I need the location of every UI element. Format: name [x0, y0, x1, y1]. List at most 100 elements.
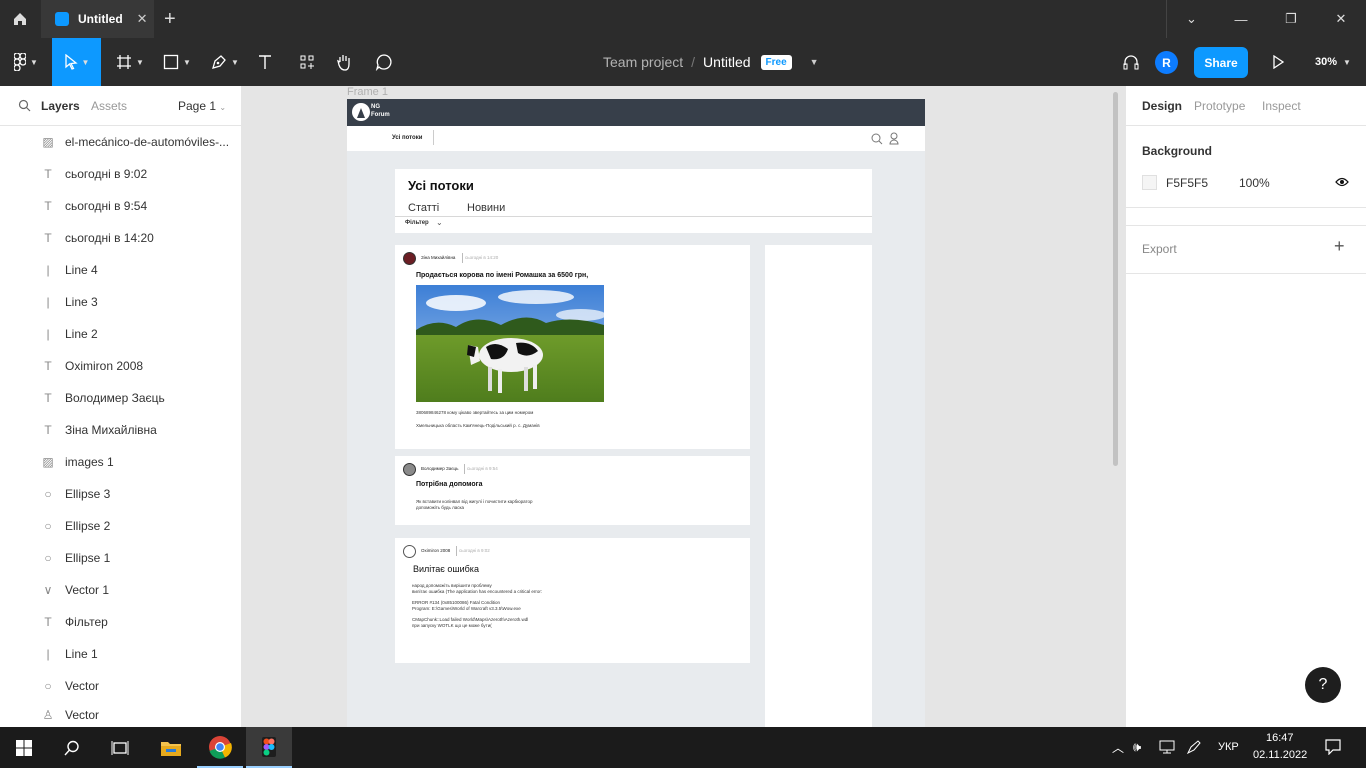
chevron-down-icon: ▼	[136, 57, 144, 67]
post-title: Продається корова по імені Ромашка за 65…	[416, 272, 589, 279]
new-tab-button[interactable]: +	[164, 8, 176, 31]
task-view-icon	[111, 740, 129, 755]
main-menu-button[interactable]: ▼	[0, 38, 52, 86]
post-card: Oximiron 2008 сьогодні в 9:02 Вилітає ош…	[395, 538, 750, 663]
share-button[interactable]: Share	[1194, 47, 1248, 78]
layer-row[interactable]: | Line 2	[0, 318, 241, 350]
properties-panel: Design Prototype Inspect Background F5F5…	[1125, 86, 1366, 727]
comment-tool[interactable]	[371, 38, 397, 86]
layer-row[interactable]: ○ Vector	[0, 670, 241, 702]
layer-row[interactable]: T Зіна Михайлівна	[0, 414, 241, 446]
figma-file-icon	[55, 12, 69, 26]
hand-tool[interactable]	[331, 38, 357, 86]
zoom-dropdown[interactable]: 30% ▼	[1315, 38, 1351, 86]
layer-label: images 1	[65, 455, 114, 469]
pen-tool[interactable]: ▼	[205, 38, 245, 86]
tab-close-icon[interactable]: ✕	[137, 11, 148, 27]
task-view-button[interactable]	[96, 727, 144, 768]
present-button[interactable]	[1268, 38, 1288, 86]
layer-row[interactable]: ○ Ellipse 2	[0, 510, 241, 542]
tab-layers[interactable]: Layers	[41, 99, 80, 113]
resources-icon	[300, 55, 314, 69]
tab-assets[interactable]: Assets	[91, 99, 127, 113]
post-title: Потрібна допомога	[416, 481, 483, 488]
volume-icon[interactable]: 🕪	[1133, 739, 1141, 755]
user-icon: ♙	[42, 707, 54, 722]
layer-row[interactable]: ○ Ellipse 1	[0, 542, 241, 574]
tab-prototype[interactable]: Prototype	[1194, 99, 1245, 113]
layer-row[interactable]: ▨ images 1	[0, 446, 241, 478]
layer-row[interactable]: | Line 4	[0, 254, 241, 286]
layer-row[interactable]: T Володимер Заєць	[0, 382, 241, 414]
clock-date[interactable]: 02.11.2022	[1253, 749, 1307, 761]
layer-row[interactable]: | Line 1	[0, 638, 241, 670]
chevron-up-icon[interactable]: ︿	[1112, 739, 1124, 756]
maximize-button[interactable]: ❐	[1266, 0, 1316, 38]
chevron-down-icon[interactable]: ⌄	[1166, 0, 1216, 38]
file-name[interactable]: Untitled	[703, 54, 750, 70]
team-link[interactable]: Team project	[603, 54, 683, 70]
cow-photo	[416, 285, 604, 402]
tab-design[interactable]: Design	[1142, 99, 1182, 113]
add-export-button[interactable]: +	[1334, 236, 1345, 257]
layer-label: Фільтер	[65, 615, 108, 629]
post-time: сьогодні в 9:54	[467, 466, 498, 471]
figma-taskbar-button[interactable]	[246, 727, 292, 768]
tab-inspect[interactable]: Inspect	[1262, 99, 1301, 113]
frame-1[interactable]: NG Forum Усі потоки Усі потоки Статті Но…	[347, 99, 925, 727]
image-icon: ▨	[42, 135, 54, 149]
post-body-line: ERROR #134 (0x85100086) Fatal Condition	[412, 600, 501, 605]
text-tool[interactable]	[252, 38, 278, 86]
layer-row[interactable]: T Oximiron 2008	[0, 350, 241, 382]
background-hex-input[interactable]: F5F5F5	[1166, 176, 1208, 190]
layer-row[interactable]: Tсьогодні в 14:20	[0, 222, 241, 254]
layer-row[interactable]: ○ Ellipse 3	[0, 478, 241, 510]
layer-row[interactable]: | Line 3	[0, 286, 241, 318]
audio-button[interactable]	[1119, 38, 1143, 86]
layer-row[interactable]: Tсьогодні в 9:54	[0, 190, 241, 222]
eye-icon[interactable]	[1335, 177, 1349, 187]
search-button[interactable]	[48, 727, 96, 768]
chrome-icon	[209, 735, 232, 759]
language-indicator[interactable]: УКР	[1218, 741, 1239, 753]
layer-row[interactable]: ♙ Vector	[0, 702, 241, 727]
search-icon	[64, 740, 79, 755]
page-selector[interactable]: Page 1 ⌄	[178, 99, 226, 113]
post-author: Oximiron 2008	[421, 548, 451, 553]
layer-label: Line 2	[65, 327, 98, 341]
close-window-button[interactable]: ✕	[1316, 0, 1366, 38]
chevron-down-icon[interactable]: ▼	[810, 57, 819, 67]
color-swatch[interactable]	[1142, 175, 1157, 190]
chrome-button[interactable]	[197, 727, 243, 768]
frame-label[interactable]: Frame 1	[347, 86, 388, 98]
shape-tool[interactable]: ▼	[157, 38, 197, 86]
file-explorer-button[interactable]	[148, 727, 194, 768]
search-icon[interactable]	[18, 99, 31, 112]
clock-time[interactable]: 16:47	[1266, 732, 1294, 744]
network-icon[interactable]	[1159, 740, 1175, 754]
notifications-icon[interactable]	[1325, 739, 1341, 755]
layer-row[interactable]: T Фільтер	[0, 606, 241, 638]
canvas[interactable]: Frame 1 NG Forum Усі потоки Усі потоки С…	[242, 86, 1125, 727]
frame-tool[interactable]: ▼	[110, 38, 150, 86]
vertical-scrollbar[interactable]	[1113, 92, 1118, 466]
title-bar: Untitled ✕ + ⌄ — ❐ ✕	[0, 0, 1366, 38]
tab-untitled[interactable]: Untitled ✕	[41, 0, 154, 38]
home-button[interactable]	[0, 0, 40, 38]
resources-tool[interactable]	[294, 38, 320, 86]
avatar[interactable]: R	[1155, 51, 1178, 74]
layer-row[interactable]: Tсьогодні в 9:02	[0, 158, 241, 190]
start-button[interactable]	[0, 727, 48, 768]
layer-label: Ellipse 1	[65, 551, 111, 565]
layer-row[interactable]: ∨ Vector 1	[0, 574, 241, 606]
minimize-button[interactable]: —	[1216, 0, 1266, 38]
background-opacity-input[interactable]: 100%	[1239, 176, 1270, 190]
plan-badge[interactable]: Free	[760, 54, 792, 70]
divider	[456, 546, 457, 556]
pen-icon[interactable]	[1186, 739, 1202, 755]
rectangle-icon	[163, 54, 179, 70]
move-tool[interactable]: ▼	[52, 38, 101, 86]
help-button[interactable]: ?	[1305, 667, 1341, 703]
layer-row[interactable]: ▨ el-mecánico-de-automóviles-...	[0, 126, 241, 158]
chevron-down-icon: ⌄	[219, 103, 227, 112]
